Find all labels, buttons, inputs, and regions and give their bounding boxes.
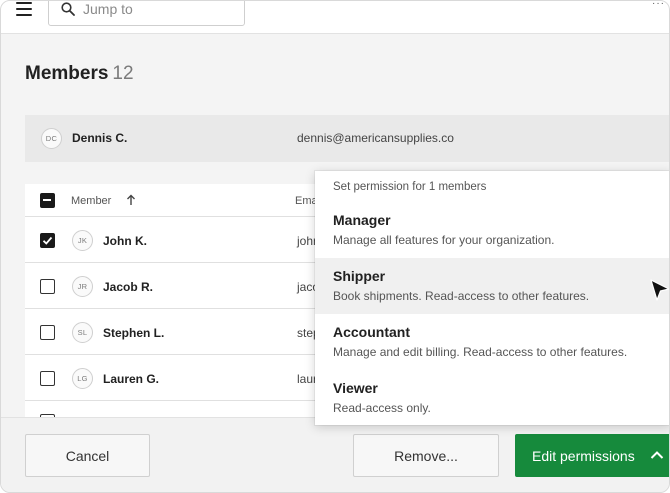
option-description: Book shipments. Read-access to other fea…	[333, 289, 590, 303]
option-title: Manager	[333, 212, 391, 228]
row-checkbox[interactable]	[40, 233, 55, 248]
permission-option-viewer[interactable]: Viewer Read-access only.	[315, 370, 669, 426]
sort-up-icon[interactable]	[126, 194, 136, 206]
app-window: ··· Members12 DC Dennis C. dennis@americ…	[0, 0, 670, 493]
option-title: Viewer	[333, 380, 378, 396]
banner-member-email: dennis@americansupplies.co	[297, 131, 454, 145]
edit-permissions-button[interactable]: Edit permissions	[515, 434, 669, 477]
column-header-member[interactable]: Member	[71, 195, 111, 207]
page-title-text: Members	[25, 63, 109, 84]
option-description: Manage and edit billing. Read-access to …	[333, 345, 628, 359]
dropdown-header: Set permission for 1 members	[333, 181, 487, 193]
page-title: Members 12	[25, 63, 134, 85]
member-name: Stephen L.	[103, 326, 165, 340]
avatar: DC	[41, 128, 62, 149]
more-icon[interactable]: ···	[652, 1, 665, 9]
permission-option-shipper[interactable]: Shipper Book shipments. Read-access to o…	[315, 258, 669, 314]
edit-permissions-label: Edit permissions	[532, 447, 635, 464]
selected-member-banner: DC Dennis C. dennis@americansupplies.co	[25, 115, 669, 162]
avatar: SL	[72, 322, 93, 343]
search-input[interactable]	[83, 1, 233, 17]
avatar: JR	[72, 276, 93, 297]
search-box[interactable]	[48, 1, 245, 26]
row-checkbox[interactable]	[40, 325, 55, 340]
permission-option-manager[interactable]: Manager Manage all features for your org…	[315, 202, 669, 258]
check-icon	[42, 236, 53, 245]
permission-dropdown: Set permission for 1 members Manager Man…	[315, 171, 669, 426]
action-footer: Cancel Remove... Edit permissions	[1, 417, 669, 492]
row-checkbox[interactable]	[40, 279, 55, 294]
menu-icon[interactable]	[16, 2, 32, 16]
option-title: Shipper	[333, 268, 386, 284]
banner-member-name: Dennis C.	[72, 131, 128, 145]
option-title: Accountant	[333, 324, 410, 340]
cancel-button[interactable]: Cancel	[25, 434, 150, 477]
chevron-up-icon	[650, 451, 664, 459]
cursor-icon	[650, 279, 669, 301]
avatar: JK	[72, 230, 93, 251]
top-bar: ···	[1, 1, 669, 34]
option-description: Read-access only.	[333, 401, 431, 415]
row-checkbox[interactable]	[40, 371, 55, 386]
option-description: Manage all features for your organizatio…	[333, 233, 555, 247]
avatar: LG	[72, 368, 93, 389]
member-count: 12	[112, 63, 134, 84]
select-all-checkbox[interactable]	[40, 193, 55, 208]
member-name: Jacob R.	[103, 280, 154, 294]
member-name: Lauren G.	[103, 372, 160, 386]
search-icon	[61, 2, 75, 16]
remove-button[interactable]: Remove...	[353, 434, 499, 477]
member-name: John K.	[103, 234, 147, 248]
member-email: laur	[297, 372, 318, 386]
member-email: johr	[297, 234, 318, 248]
permission-option-accountant[interactable]: Accountant Manage and edit billing. Read…	[315, 314, 669, 370]
